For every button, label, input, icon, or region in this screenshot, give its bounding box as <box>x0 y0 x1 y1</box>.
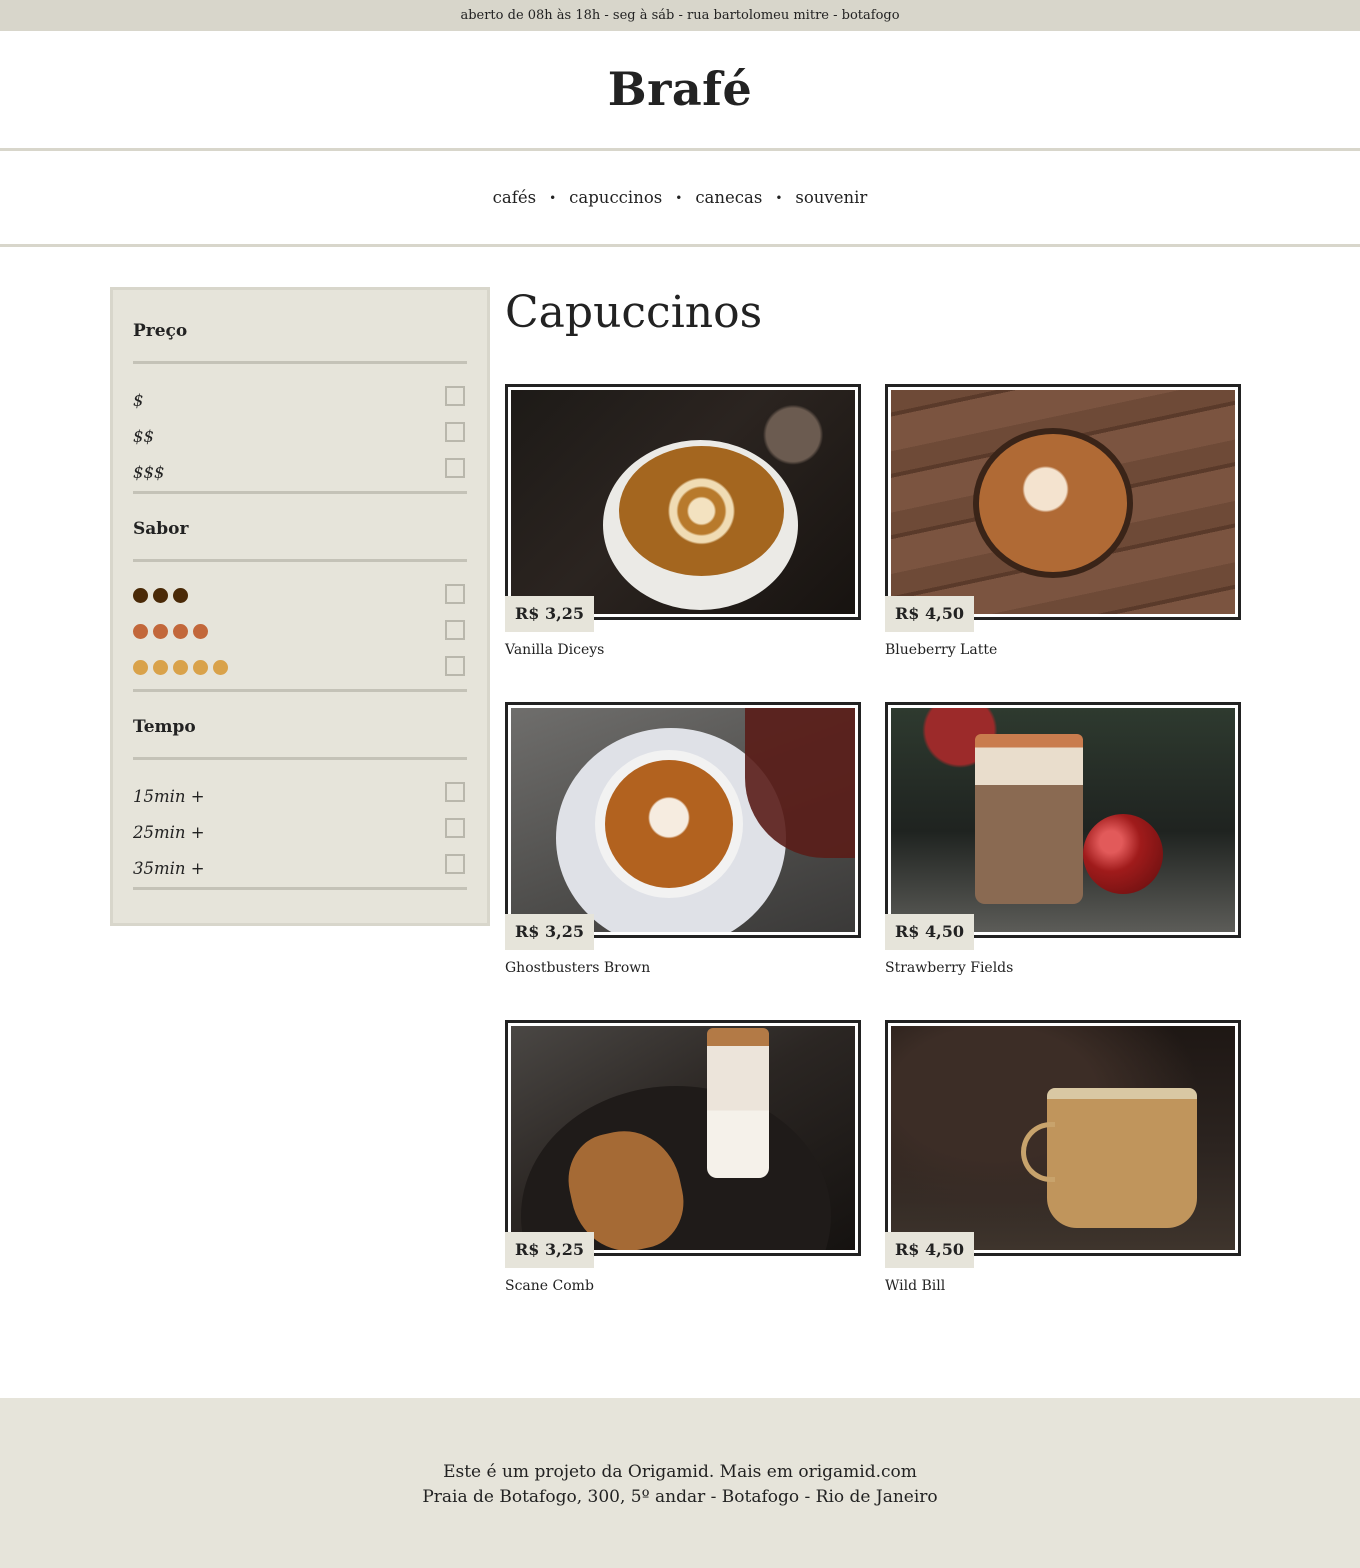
product-image-frame[interactable] <box>505 702 861 938</box>
product-price: R$ 4,50 <box>885 596 974 632</box>
checkbox[interactable] <box>445 782 465 802</box>
product-name[interactable]: Vanilla Diceys <box>505 642 861 658</box>
nav-item-souvenir[interactable]: souvenir <box>795 188 867 207</box>
flavor-dot-icon <box>153 623 168 639</box>
flavor-dot-icon <box>133 659 148 675</box>
filter-sidebar: Preço $ $$ $$$ Sabor Tempo 15min + 25min… <box>110 287 490 926</box>
filter-title-time: Tempo <box>133 717 196 737</box>
flavor-dot-icon <box>173 587 188 603</box>
checkbox[interactable] <box>445 818 465 838</box>
product-card[interactable]: R$ 4,50 Strawberry Fields <box>885 702 1241 1020</box>
flavor-dots <box>133 659 228 675</box>
nav-divider <box>0 244 1360 247</box>
nav-separator: • <box>775 190 783 205</box>
filter-option-price-1[interactable]: $ <box>133 382 467 418</box>
filter-rule <box>133 757 467 760</box>
filter-label: $ <box>133 390 144 410</box>
nav-separator: • <box>675 190 683 205</box>
nav-item-canecas[interactable]: canecas <box>695 188 762 207</box>
footer-line-1: Este é um projeto da Origamid. Mais em o… <box>443 1462 917 1482</box>
product-price: R$ 3,25 <box>505 914 594 950</box>
product-name[interactable]: Blueberry Latte <box>885 642 1241 658</box>
product-image-frame[interactable] <box>885 1020 1241 1256</box>
brand-logo[interactable]: Brafé <box>608 62 752 116</box>
product-price: R$ 4,50 <box>885 1232 974 1268</box>
product-price: R$ 3,25 <box>505 596 594 632</box>
flavor-dot-icon <box>193 623 208 639</box>
product-name[interactable]: Scane Comb <box>505 1278 861 1294</box>
flavor-dot-icon <box>213 659 228 675</box>
product-name[interactable]: Wild Bill <box>885 1278 1241 1294</box>
product-grid: R$ 3,25 Vanilla Diceys R$ 4,50 Blueberry… <box>505 384 1250 1338</box>
filter-rule <box>133 887 467 890</box>
flavor-dot-icon <box>133 623 148 639</box>
flavor-dot-icon <box>153 659 168 675</box>
filter-option-price-3[interactable]: $$$ <box>133 454 467 490</box>
filter-option-time-3[interactable]: 35min + <box>133 850 467 886</box>
flavor-dot-icon <box>133 587 148 603</box>
product-card[interactable]: R$ 3,25 Scane Comb <box>505 1020 861 1338</box>
nav-item-cafes[interactable]: cafés <box>493 188 536 207</box>
filter-option-time-1[interactable]: 15min + <box>133 778 467 814</box>
filter-title-flavor: Sabor <box>133 519 189 539</box>
checkbox[interactable] <box>445 458 465 478</box>
product-price: R$ 3,25 <box>505 1232 594 1268</box>
checkbox[interactable] <box>445 584 465 604</box>
product-photo <box>511 390 855 614</box>
filter-option-price-2[interactable]: $$ <box>133 418 467 454</box>
product-image-frame[interactable] <box>885 384 1241 620</box>
product-name[interactable]: Strawberry Fields <box>885 960 1241 976</box>
product-photo <box>891 390 1235 614</box>
product-image-frame[interactable] <box>505 1020 861 1256</box>
flavor-dot-icon <box>153 587 168 603</box>
flavor-dot-icon <box>173 623 188 639</box>
product-card[interactable]: R$ 3,25 Ghostbusters Brown <box>505 702 861 1020</box>
checkbox[interactable] <box>445 386 465 406</box>
filter-rule <box>133 361 467 364</box>
filter-option-flavor-2[interactable] <box>133 616 467 652</box>
filter-label: 35min + <box>133 858 205 878</box>
filter-option-flavor-3[interactable] <box>133 652 467 688</box>
filter-label: $$$ <box>133 462 165 482</box>
product-name[interactable]: Ghostbusters Brown <box>505 960 861 976</box>
product-card[interactable]: R$ 4,50 Blueberry Latte <box>885 384 1241 702</box>
page-title: Capuccinos <box>505 287 763 338</box>
flavor-dot-icon <box>193 659 208 675</box>
nav-item-capuccinos[interactable]: capuccinos <box>569 188 662 207</box>
filter-title-price: Preço <box>133 321 188 341</box>
checkbox[interactable] <box>445 620 465 640</box>
filter-option-flavor-1[interactable] <box>133 580 467 616</box>
filter-rule <box>133 491 467 494</box>
flavor-dots <box>133 587 188 603</box>
header: Brafé <box>0 31 1360 148</box>
filter-rule <box>133 559 467 562</box>
checkbox[interactable] <box>445 854 465 874</box>
flavor-dots <box>133 623 208 639</box>
flavor-dot-icon <box>173 659 188 675</box>
product-card[interactable]: R$ 3,25 Vanilla Diceys <box>505 384 861 702</box>
nav-separator: • <box>549 190 557 205</box>
info-bar: aberto de 08h às 18h - seg à sáb - rua b… <box>0 0 1360 31</box>
product-image-frame[interactable] <box>505 384 861 620</box>
filter-label: 15min + <box>133 786 205 806</box>
product-photo <box>511 708 855 932</box>
filter-label: 25min + <box>133 822 205 842</box>
checkbox[interactable] <box>445 422 465 442</box>
filter-label: $$ <box>133 426 154 446</box>
checkbox[interactable] <box>445 656 465 676</box>
product-photo <box>891 1026 1235 1250</box>
product-photo <box>511 1026 855 1250</box>
product-photo <box>891 708 1235 932</box>
filter-rule <box>133 689 467 692</box>
product-section: Capuccinos R$ 3,25 Vanilla Diceys R$ 4,5… <box>505 287 1250 1338</box>
footer: Este é um projeto da Origamid. Mais em o… <box>0 1398 1360 1568</box>
product-image-frame[interactable] <box>885 702 1241 938</box>
filter-option-time-2[interactable]: 25min + <box>133 814 467 850</box>
product-price: R$ 4,50 <box>885 914 974 950</box>
info-bar-text: aberto de 08h às 18h - seg à sáb - rua b… <box>460 8 900 23</box>
product-card[interactable]: R$ 4,50 Wild Bill <box>885 1020 1241 1338</box>
footer-line-2: Praia de Botafogo, 300, 5º andar - Botaf… <box>422 1487 938 1507</box>
main-nav: cafés • capuccinos • canecas • souvenir <box>0 151 1360 244</box>
